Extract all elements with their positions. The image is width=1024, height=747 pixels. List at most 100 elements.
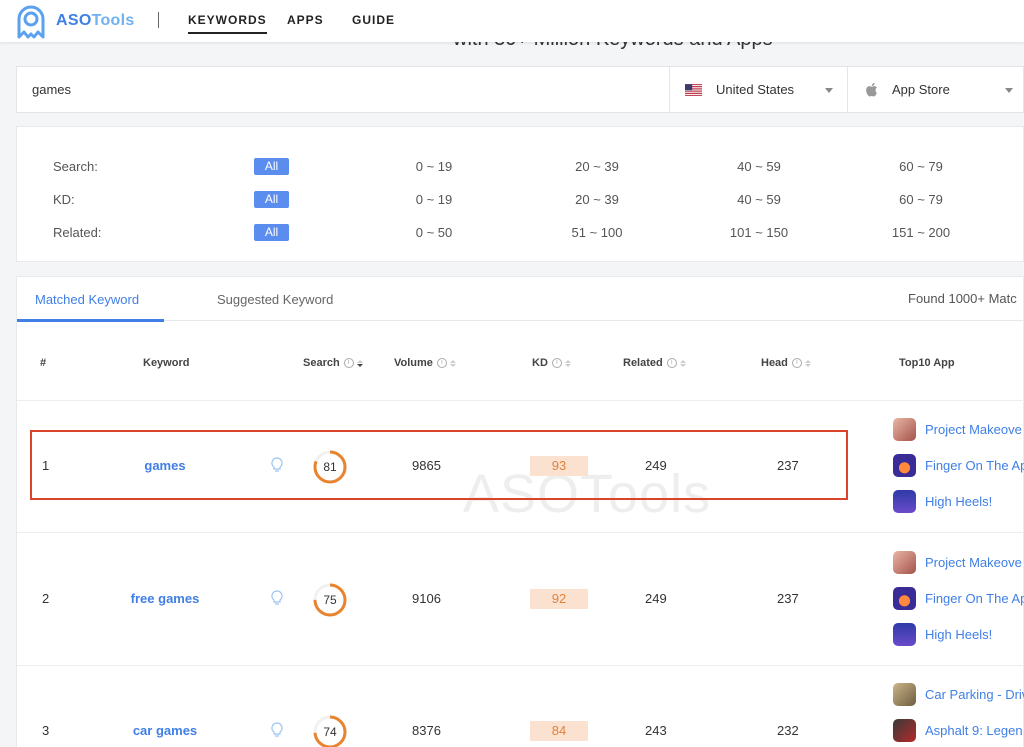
volume-value: 9865 (412, 458, 441, 473)
top-app-item[interactable]: Car Parking - Driv (893, 683, 1024, 706)
app-name: Project Makeove (925, 555, 1022, 570)
tab-divider (17, 320, 1024, 321)
chevron-down-icon (1005, 88, 1013, 93)
filter-kd-range[interactable]: 20 ~ 39 (542, 192, 652, 207)
app-name: Car Parking - Driv (925, 687, 1024, 702)
filter-kd-range[interactable]: 60 ~ 79 (866, 192, 976, 207)
app-name: Asphalt 9: Legen (925, 723, 1023, 738)
info-icon[interactable]: i (666, 358, 677, 368)
col-rank: # (40, 357, 47, 369)
sort-icon[interactable] (356, 359, 363, 367)
filter-kd-range[interactable]: 0 ~ 19 (379, 192, 489, 207)
top-app-item[interactable]: Asphalt 9: Legen (893, 719, 1023, 742)
volume-value: 9106 (412, 591, 441, 606)
kd-badge: 92 (530, 589, 588, 609)
logo-text: ASOTools (56, 12, 135, 29)
us-flag-icon (685, 83, 702, 96)
filter-label-search: Search: (53, 159, 98, 174)
related-value: 249 (645, 591, 667, 606)
nav-guide[interactable]: GUIDE (352, 13, 395, 27)
search-score-ring: 75 (313, 583, 347, 617)
filter-search-range[interactable]: 20 ~ 39 (542, 159, 652, 174)
kd-badge: 93 (530, 456, 588, 476)
filter-search-range[interactable]: 0 ~ 19 (379, 159, 489, 174)
row-rank: 1 (42, 458, 50, 473)
apple-icon (866, 82, 877, 97)
info-icon[interactable]: i (436, 358, 447, 368)
nav-divider (158, 12, 159, 28)
filter-related-range[interactable]: 0 ~ 50 (379, 225, 489, 240)
makeover-app-icon (893, 418, 916, 441)
results-panel: Matched Keyword Suggested Keyword Found … (16, 276, 1024, 747)
tab-matched-keyword[interactable]: Matched Keyword (35, 292, 139, 307)
filter-related-range[interactable]: 151 ~ 200 (866, 225, 976, 240)
head-value: 232 (777, 723, 799, 738)
top-app-item[interactable]: High Heels! (893, 490, 992, 513)
store-label: App Store (892, 82, 950, 97)
col-kd[interactable]: KD i (532, 357, 571, 369)
top-app-item[interactable]: Finger On The Ap (893, 587, 1024, 610)
row-rank: 3 (42, 723, 50, 738)
row-divider (17, 665, 1024, 666)
lightbulb-icon[interactable] (271, 722, 283, 738)
app-name: Finger On The Ap (925, 458, 1024, 473)
nav-keywords[interactable]: KEYWORDS (188, 13, 267, 34)
makeover-app-icon (893, 551, 916, 574)
filter-kd-all[interactable]: All (254, 191, 289, 208)
app-name: High Heels! (925, 494, 993, 509)
filter-search-range[interactable]: 40 ~ 59 (704, 159, 814, 174)
sort-icon[interactable] (679, 359, 686, 367)
related-value: 249 (645, 458, 667, 473)
kd-badge: 84 (530, 721, 588, 741)
header-divider (17, 400, 1024, 401)
top-app-item[interactable]: Project Makeove (893, 418, 1022, 441)
col-volume[interactable]: Volume i (394, 357, 456, 369)
country-label: United States (716, 82, 795, 97)
keyword-link[interactable]: car games (90, 723, 240, 738)
finger-app-icon (893, 587, 916, 610)
sort-icon[interactable] (804, 359, 811, 367)
filter-label-related: Related: (53, 225, 102, 240)
top-app-item[interactable]: High Heels! (893, 623, 992, 646)
col-related[interactable]: Related i (623, 357, 686, 369)
filter-related-all[interactable]: All (254, 224, 289, 241)
top-app-item[interactable]: Finger On The Ap (893, 454, 1024, 477)
search-score-ring: 74 (313, 715, 347, 747)
search-score: 75 (323, 593, 337, 607)
filter-search-all[interactable]: All (254, 158, 289, 175)
keyword-search-input[interactable] (17, 67, 669, 112)
logo-mark-icon (17, 5, 45, 39)
search-score-ring: 81 (313, 450, 347, 484)
lightbulb-icon[interactable] (271, 457, 283, 473)
logo[interactable]: ASOTools (14, 3, 135, 39)
col-keyword: Keyword (143, 357, 190, 369)
top-app-item[interactable]: Project Makeove (893, 551, 1022, 574)
filter-related-range[interactable]: 101 ~ 150 (704, 225, 814, 240)
store-select[interactable]: App Store (847, 67, 1024, 112)
info-icon[interactable]: i (551, 358, 562, 368)
col-head[interactable]: Head i (761, 357, 811, 369)
keyword-link[interactable]: free games (90, 591, 240, 606)
finger-app-icon (893, 454, 916, 477)
filter-search-range[interactable]: 60 ~ 79 (866, 159, 976, 174)
sort-icon[interactable] (449, 359, 456, 367)
keyword-link[interactable]: games (90, 458, 240, 473)
app-name: Project Makeove (925, 422, 1022, 437)
head-value: 237 (777, 458, 799, 473)
tab-suggested-keyword[interactable]: Suggested Keyword (217, 292, 333, 307)
search-score: 74 (323, 725, 337, 739)
sort-icon[interactable] (564, 359, 571, 367)
info-icon[interactable]: i (343, 358, 354, 368)
row-rank: 2 (42, 591, 50, 606)
info-icon[interactable]: i (791, 358, 802, 368)
filter-related-range[interactable]: 51 ~ 100 (542, 225, 652, 240)
filter-label-kd: KD: (53, 192, 75, 207)
nav-apps[interactable]: APPS (287, 13, 324, 27)
lightbulb-icon[interactable] (271, 590, 283, 606)
volume-value: 8376 (412, 723, 441, 738)
top-nav: ASOTools KEYWORDS APPS GUIDE (0, 0, 1024, 42)
filter-kd-range[interactable]: 40 ~ 59 (704, 192, 814, 207)
app-name: High Heels! (925, 627, 993, 642)
col-search[interactable]: Search i (303, 357, 363, 369)
country-select[interactable]: United States (669, 67, 845, 112)
